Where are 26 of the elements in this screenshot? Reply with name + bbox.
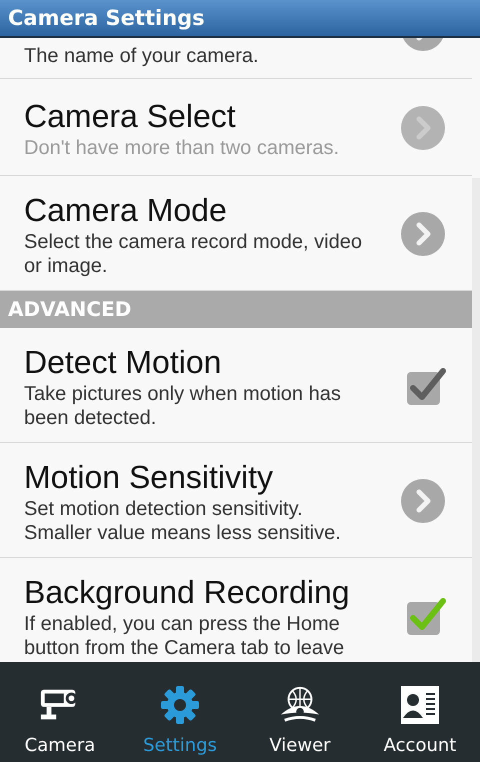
chevron-icon[interactable] [400, 211, 446, 257]
settings-icon [159, 685, 201, 725]
setting-title: Camera Mode [24, 191, 228, 230]
setting-title: Background Recording [24, 573, 351, 612]
contact-card-icon [399, 685, 441, 725]
setting-description: Don't have more than two cameras. [24, 136, 340, 160]
tab[interactable]: Account [360, 662, 480, 762]
tab[interactable]: Viewer [240, 662, 360, 762]
settings-row[interactable]: The name of your camera. [0, 38, 472, 79]
setting-title: Camera Select [24, 97, 237, 136]
setting-title: Motion Sensitivity [24, 458, 274, 497]
setting-description: Set motion detection sensitivity. Smaller value means less sensitive. [24, 497, 342, 545]
settings-row[interactable]: Motion Sensitivity Set motion detection sensitivity. Smaller value means less sensitive. [0, 443, 472, 558]
scrollbar[interactable] [472, 178, 480, 662]
chevron-icon[interactable] [400, 478, 446, 524]
setting-description: Take pictures only when motion has been detected. [24, 382, 342, 430]
setting-description: The name of your camera. [24, 44, 260, 68]
setting-title: Detect Motion [24, 343, 222, 382]
settings-row[interactable]: Detect Motion Take pictures only when motion has been detected. [0, 328, 472, 443]
tab[interactable]: Camera [0, 662, 120, 762]
checkbox[interactable] [406, 596, 446, 636]
tab[interactable]: Settings [120, 662, 240, 762]
section-header: ADVANCED [0, 291, 472, 328]
setting-description: Select the camera record mode, video or image. [24, 230, 363, 278]
window-title: Camera Settings [8, 6, 205, 30]
setting-description: If enabled, you can press the Home button from the Camera tab to leave [24, 612, 346, 660]
